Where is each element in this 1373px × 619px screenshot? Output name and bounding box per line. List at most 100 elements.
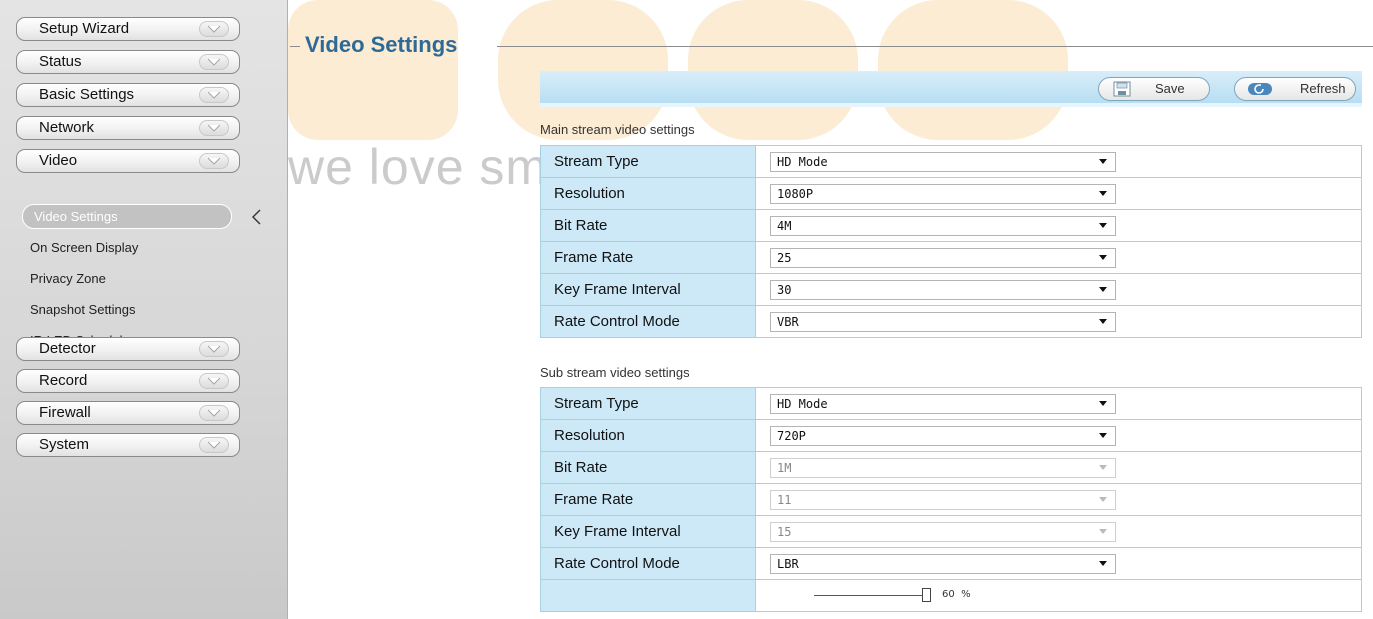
setting-label: Resolution [540, 419, 756, 452]
submenu-privacy-zone[interactable]: Privacy Zone [30, 271, 106, 286]
refresh-icon [1248, 83, 1272, 95]
setting-label: Stream Type [540, 387, 756, 420]
select-value: LBR [777, 557, 799, 571]
page-title: Video Settings [305, 32, 458, 57]
fieldset-border [290, 46, 300, 47]
menu-basic-settings[interactable]: Basic Settings [16, 83, 240, 107]
refresh-label: Refresh [1300, 81, 1346, 96]
chevron-down-icon [199, 341, 229, 357]
quality-slider-handle[interactable] [922, 588, 931, 602]
main-frame-rate-select[interactable]: 25 [770, 248, 1116, 268]
main-stream-section-label: Main stream video settings [540, 122, 695, 137]
chevron-down-icon [199, 54, 229, 70]
chevron-down-icon [199, 373, 229, 389]
menu-status[interactable]: Status [16, 50, 240, 74]
menu-video[interactable]: Video [16, 149, 240, 173]
main-key-frame-interval-select[interactable]: 30 [770, 280, 1116, 300]
chevron-down-icon [199, 21, 229, 37]
sub-stream-table: Stream Type HD Mode Resolution 720P Bit … [540, 387, 1362, 612]
menu-record[interactable]: Record [16, 369, 240, 393]
dropdown-arrow-icon [1099, 561, 1107, 566]
selection-pointer-icon [252, 209, 261, 225]
main-rate-control-mode-select[interactable]: VBR [770, 312, 1116, 332]
setting-label: Rate Control Mode [540, 547, 756, 580]
table-row: Resolution 1080P [540, 177, 1362, 210]
setting-label: Bit Rate [540, 209, 756, 242]
menu-label: System [39, 436, 90, 453]
setting-label: Bit Rate [540, 451, 756, 484]
submenu-video-settings[interactable]: Video Settings [22, 204, 232, 229]
submenu-snapshot-settings[interactable]: Snapshot Settings [30, 302, 136, 317]
setting-label: Rate Control Mode [540, 305, 756, 338]
sub-key-frame-interval-select: 15 [770, 522, 1116, 542]
dropdown-arrow-icon [1099, 529, 1107, 534]
menu-label: Setup Wizard [39, 20, 130, 37]
chevron-down-icon [199, 120, 229, 136]
table-row: Stream Type HD Mode [540, 387, 1362, 420]
select-value: HD Mode [777, 397, 828, 411]
chevron-down-icon [199, 87, 229, 103]
select-value: 1M [777, 461, 792, 475]
table-row: Bit Rate 1M [540, 451, 1362, 484]
table-row: Stream Type HD Mode [540, 145, 1362, 178]
sub-frame-rate-select: 11 [770, 490, 1116, 510]
sub-bit-rate-select: 1M [770, 458, 1116, 478]
table-row: Key Frame Interval 15 [540, 515, 1362, 548]
select-value: 1080P [777, 187, 814, 201]
chevron-down-icon [199, 437, 229, 453]
submenu-on-screen-display[interactable]: On Screen Display [30, 240, 138, 255]
fieldset-border [497, 46, 1373, 47]
menu-label: Video [39, 152, 78, 169]
menu-label: Basic Settings [39, 86, 135, 103]
table-row: Key Frame Interval 30 [540, 273, 1362, 306]
save-button[interactable]: Save [1098, 77, 1210, 101]
select-value: 4M [777, 219, 792, 233]
menu-label: Network [39, 119, 95, 136]
main-resolution-select[interactable]: 1080P [770, 184, 1116, 204]
select-value: 720P [777, 429, 806, 443]
menu-network[interactable]: Network [16, 116, 240, 140]
menu-label: Status [39, 53, 82, 70]
select-value: 15 [777, 525, 792, 539]
sub-stream-type-select[interactable]: HD Mode [770, 394, 1116, 414]
dropdown-arrow-icon [1099, 255, 1107, 260]
table-row: Rate Control Mode VBR [540, 305, 1362, 338]
dropdown-arrow-icon [1099, 191, 1107, 196]
quality-slider-readout: 60 % [942, 589, 971, 600]
menu-label: Firewall [39, 404, 91, 421]
dropdown-arrow-icon [1099, 223, 1107, 228]
menu-detector[interactable]: Detector [16, 337, 240, 361]
menu-setup-wizard[interactable]: Setup Wizard [16, 17, 240, 41]
setting-label: Key Frame Interval [540, 515, 756, 548]
dropdown-arrow-icon [1099, 319, 1107, 324]
main-stream-type-select[interactable]: HD Mode [770, 152, 1116, 172]
dropdown-arrow-icon [1099, 433, 1107, 438]
menu-label: Record [39, 372, 88, 389]
quality-slider-track[interactable] [814, 595, 924, 596]
setting-label: Resolution [540, 177, 756, 210]
main-bit-rate-select[interactable]: 4M [770, 216, 1116, 236]
menu-system[interactable]: System [16, 433, 240, 457]
menu-firewall[interactable]: Firewall [16, 401, 240, 425]
refresh-button[interactable]: Refresh [1234, 77, 1356, 101]
toolbar: Save Refresh [540, 71, 1362, 107]
table-row: Frame Rate 25 [540, 241, 1362, 274]
table-row: 60 % [540, 579, 1362, 612]
sub-stream-section-label: Sub stream video settings [540, 365, 690, 380]
save-label: Save [1155, 81, 1185, 96]
select-value: 25 [777, 251, 792, 265]
sub-resolution-select[interactable]: 720P [770, 426, 1116, 446]
dropdown-arrow-icon [1099, 465, 1107, 470]
dropdown-arrow-icon [1099, 159, 1107, 164]
sidebar-nav: Setup Wizard Status Basic Settings Netwo… [0, 0, 288, 619]
select-value: 11 [777, 493, 792, 507]
table-row: Resolution 720P [540, 419, 1362, 452]
menu-label: Detector [39, 340, 96, 357]
table-row: Frame Rate 11 [540, 483, 1362, 516]
table-row: Rate Control Mode LBR [540, 547, 1362, 580]
select-value: 30 [777, 283, 792, 297]
setting-label: Key Frame Interval [540, 273, 756, 306]
select-value: HD Mode [777, 155, 828, 169]
select-value: VBR [777, 315, 799, 329]
sub-rate-control-mode-select[interactable]: LBR [770, 554, 1116, 574]
